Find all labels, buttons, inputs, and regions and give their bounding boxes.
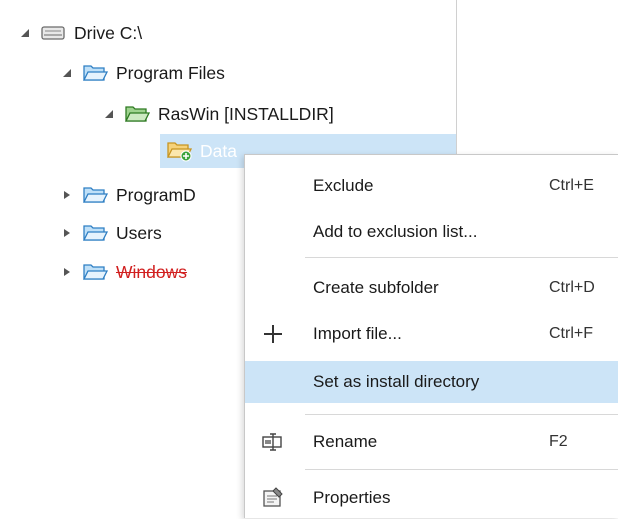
- folder-icon: [82, 261, 108, 283]
- tree-item-program-files[interactable]: Program Files: [60, 58, 225, 88]
- menu-item-label: Create subfolder: [313, 278, 439, 297]
- folder-green-icon: [124, 103, 150, 125]
- expand-arrow-icon[interactable]: [60, 265, 74, 279]
- expand-arrow-icon[interactable]: [60, 226, 74, 240]
- collapse-arrow-icon[interactable]: [102, 107, 116, 121]
- menu-item-import-file[interactable]: Import file... Ctrl+F: [245, 313, 618, 355]
- folder-open-icon: [82, 62, 108, 84]
- menu-item-shortcut: Ctrl+F: [549, 325, 593, 342]
- tree-item-programdata[interactable]: ProgramD: [60, 180, 196, 210]
- menu-item-properties[interactable]: Properties: [245, 477, 618, 519]
- tree-item-raswin[interactable]: RasWin [INSTALLDIR]: [102, 99, 334, 129]
- tree-item-label: Data: [200, 140, 237, 161]
- menu-item-add-to-exclusion-list[interactable]: Add to exclusion list...: [245, 211, 618, 253]
- rename-icon: [259, 428, 287, 456]
- expand-arrow-icon[interactable]: [60, 188, 74, 202]
- menu-item-label: Import file...: [313, 324, 402, 343]
- collapse-arrow-icon[interactable]: [60, 66, 74, 80]
- tree-item-label: Drive C:\: [74, 22, 143, 43]
- tree-item-drive-c[interactable]: Drive C:\: [18, 18, 142, 48]
- new-folder-icon: [166, 140, 192, 162]
- collapse-arrow-icon[interactable]: [18, 26, 32, 40]
- tree-item-windows[interactable]: Windows: [60, 257, 187, 287]
- menu-item-label: Set as install directory: [313, 372, 480, 391]
- tree-item-label: ProgramD: [116, 184, 196, 205]
- menu-item-exclude[interactable]: Exclude Ctrl+E: [245, 165, 618, 207]
- menu-item-label: Exclude: [313, 176, 374, 195]
- menu-item-shortcut: Ctrl+E: [549, 177, 594, 194]
- tree-item-users[interactable]: Users: [60, 218, 162, 248]
- menu-item-label: Properties: [313, 488, 391, 507]
- tree-item-label: Program Files: [116, 62, 225, 83]
- tree-item-label: Users: [116, 222, 162, 243]
- menu-item-label: Add to exclusion list...: [313, 222, 478, 241]
- menu-item-shortcut: Ctrl+D: [549, 279, 595, 296]
- plus-icon: [259, 320, 287, 348]
- folder-icon: [82, 184, 108, 206]
- menu-separator: [305, 257, 618, 258]
- properties-icon: [259, 484, 287, 512]
- menu-item-shortcut: F2: [549, 433, 568, 450]
- menu-item-label: Rename: [313, 432, 378, 451]
- menu-item-create-subfolder[interactable]: Create subfolder Ctrl+D: [245, 267, 618, 309]
- menu-item-rename[interactable]: Rename F2: [245, 421, 618, 463]
- menu-item-set-as-install-directory[interactable]: Set as install directory: [245, 361, 618, 403]
- context-menu: Exclude Ctrl+E Add to exclusion list... …: [244, 154, 618, 518]
- tree-item-label: RasWin [INSTALLDIR]: [158, 103, 334, 124]
- tree-item-label-excluded: Windows: [116, 261, 187, 282]
- menu-separator: [305, 469, 618, 470]
- menu-separator: [305, 414, 618, 415]
- drive-icon: [40, 22, 66, 44]
- folder-icon: [82, 222, 108, 244]
